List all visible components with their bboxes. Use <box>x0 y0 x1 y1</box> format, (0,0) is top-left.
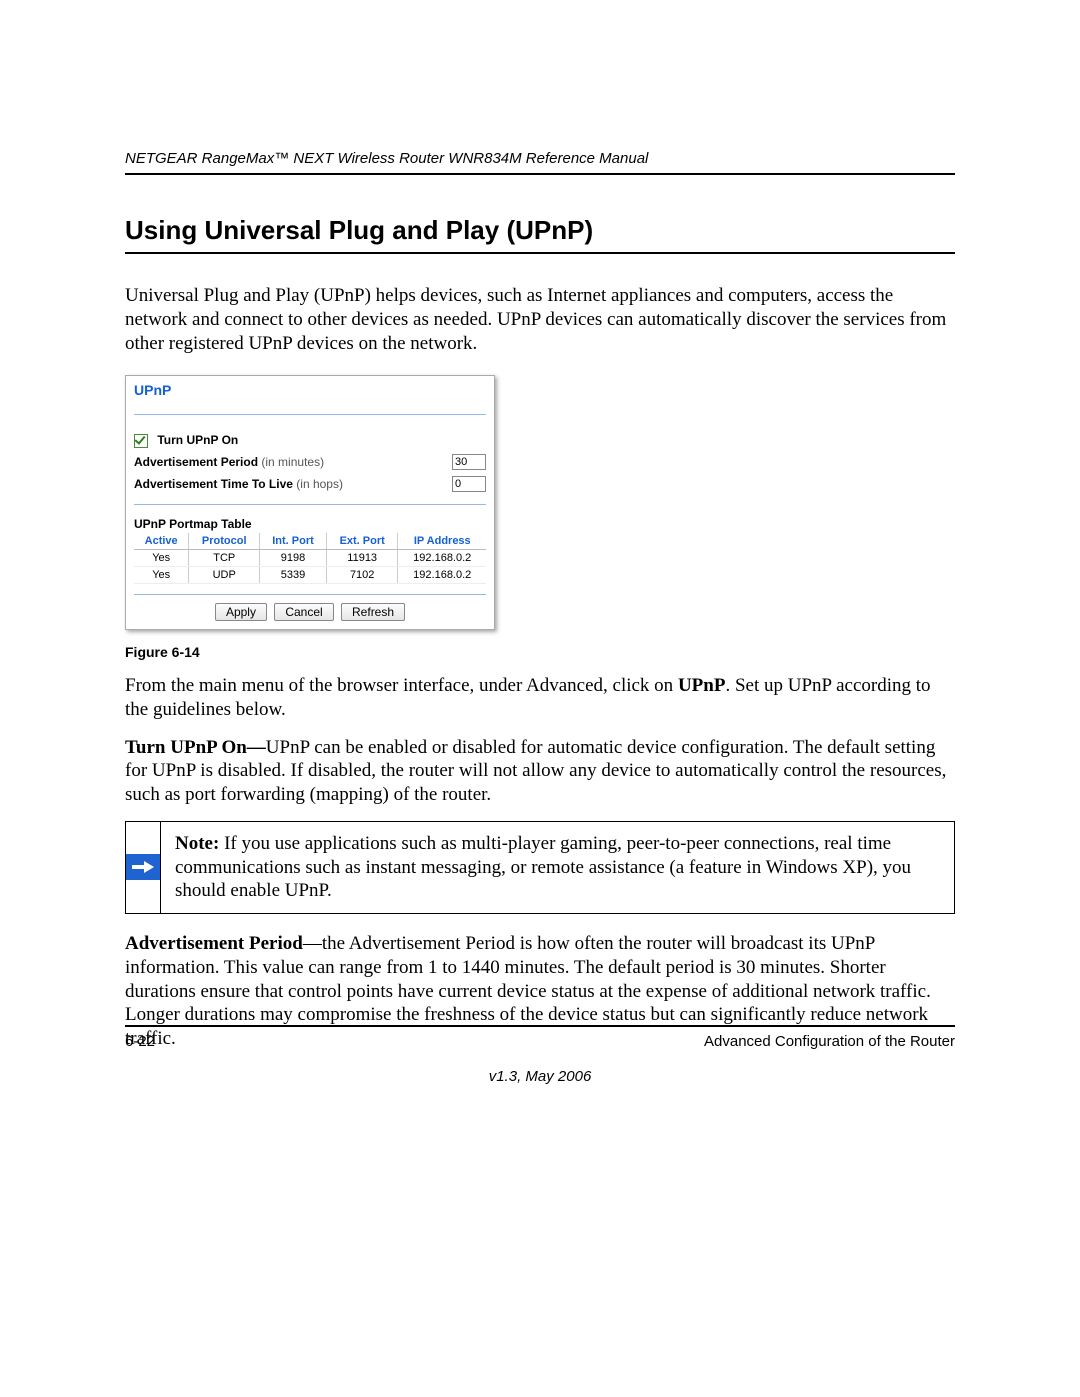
adv-period-label: Advertisement Period <box>134 455 258 469</box>
col-ip: IP Address <box>398 533 486 550</box>
apply-button[interactable]: Apply <box>215 603 267 621</box>
col-protocol: Protocol <box>189 533 260 550</box>
cancel-button[interactable]: Cancel <box>274 603 333 621</box>
portmap-title: UPnP Portmap Table <box>134 517 486 531</box>
arrow-right-icon <box>126 854 160 880</box>
adv-period-input[interactable] <box>452 454 486 470</box>
figure-caption: Figure 6-14 <box>125 644 955 660</box>
adv-period-hint: (in minutes) <box>261 455 324 469</box>
intro-paragraph: Universal Plug and Play (UPnP) helps dev… <box>125 284 955 355</box>
after-figure-paragraph: From the main menu of the browser interf… <box>125 674 955 722</box>
ttl-hint: (in hops) <box>296 477 343 491</box>
footer-version: v1.3, May 2006 <box>125 1068 955 1085</box>
footer-section: Advanced Configuration of the Router <box>704 1033 955 1050</box>
page-footer: 6-22 Advanced Configuration of the Route… <box>125 1025 955 1085</box>
col-intport: Int. Port <box>260 533 327 550</box>
refresh-button[interactable]: Refresh <box>341 603 405 621</box>
running-header: NETGEAR RangeMax™ NEXT Wireless Router W… <box>125 150 955 175</box>
table-row: Yes UDP 5339 7102 192.168.0.2 <box>134 567 486 584</box>
upnp-screenshot: UPnP Turn UPnP On Advertisement Period (… <box>125 375 495 630</box>
note-label: Note: <box>175 833 219 854</box>
ttl-label: Advertisement Time To Live <box>134 477 293 491</box>
section-heading: Using Universal Plug and Play (UPnP) <box>125 215 955 254</box>
page-number: 6-22 <box>125 1033 155 1050</box>
note-body: If you use applications such as multi-pl… <box>175 833 911 902</box>
turn-upnp-on-paragraph: Turn UPnP On—UPnP can be enabled or disa… <box>125 736 955 807</box>
turn-upnp-on-label: Turn UPnP On <box>157 433 238 447</box>
col-extport: Ext. Port <box>326 533 398 550</box>
note-box: Note: If you use applications such as mu… <box>125 821 955 914</box>
table-row: Yes TCP 9198 11913 192.168.0.2 <box>134 550 486 567</box>
portmap-table: Active Protocol Int. Port Ext. Port IP A… <box>134 533 486 584</box>
ttl-input[interactable] <box>452 476 486 492</box>
col-active: Active <box>134 533 189 550</box>
panel-title: UPnP <box>134 382 486 415</box>
turn-upnp-on-checkbox[interactable] <box>134 434 148 448</box>
